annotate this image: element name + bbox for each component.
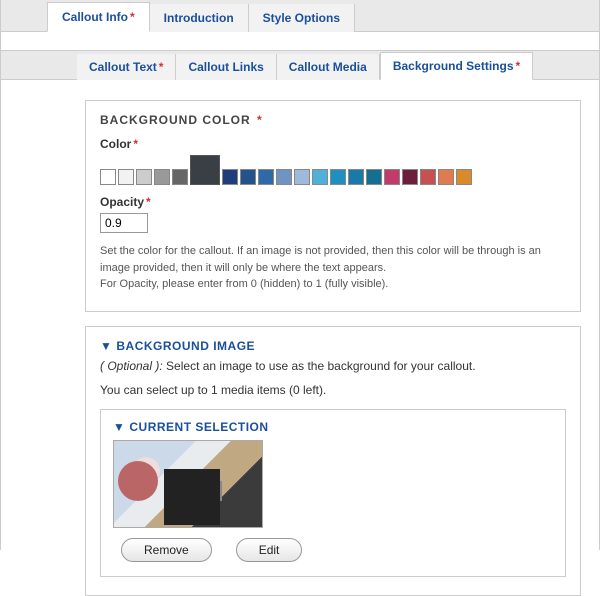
disclosure-triangle-icon: ▼ [100,339,112,353]
color-swatch[interactable] [366,169,382,185]
tab-callout-media[interactable]: Callout Media [277,54,380,80]
section-title-text: BACKGROUND COLOR [100,113,251,127]
help-line-2: For Opacity, please enter from 0 (hidden… [100,278,388,290]
color-swatch[interactable] [100,169,116,185]
media-thumbnail[interactable] [113,440,263,528]
optional-text: Select an image to use as the background… [166,359,476,373]
top-tabstrip: Callout Info* Introduction Style Options [1,0,599,32]
color-swatch[interactable] [276,169,292,185]
sub-tabstrip: Callout Text* Callout Links Callout Medi… [1,50,599,80]
tab-label: Introduction [164,11,234,25]
color-swatch[interactable] [384,169,400,185]
color-swatch[interactable] [312,169,328,185]
tab-background-settings[interactable]: Background Settings* [380,52,533,80]
help-line-1: Set the color for the callout. If an ima… [100,245,541,274]
color-swatch[interactable] [118,169,134,185]
background-image-section: ▼ BACKGROUND IMAGE ( Optional ): Select a… [85,326,581,596]
disclosure-triangle-icon: ▼ [113,420,125,434]
tab-callout-info[interactable]: Callout Info* [47,2,150,32]
required-star: * [516,59,521,73]
current-selection-box: ▼CURRENT SELECTION Remove Edit [100,409,566,577]
color-label: Color* [100,137,566,151]
section-title: BACKGROUND COLOR * [100,113,566,127]
color-label-text: Color [100,137,131,151]
color-swatch[interactable] [330,169,346,185]
tab-label: Callout Media [289,60,367,74]
tab-label: Callout Links [188,60,263,74]
color-swatch[interactable] [240,169,256,185]
opacity-input[interactable] [100,213,148,233]
required-star: * [133,137,138,151]
help-text: Set the color for the callout. If an ima… [100,243,566,293]
color-swatch[interactable] [154,169,170,185]
required-star: * [146,195,151,209]
tab-label: Background Settings [393,59,514,73]
tab-introduction[interactable]: Introduction [150,4,249,32]
current-selection-title: CURRENT SELECTION [129,420,268,434]
required-star: * [159,60,164,74]
tab-style-options[interactable]: Style Options [249,4,355,32]
opacity-label: Opacity* [100,195,566,209]
optional-prefix: ( Optional ): [100,359,163,373]
tab-callout-text[interactable]: Callout Text* [77,54,176,80]
tab-label: Style Options [263,11,340,25]
section-title-text: BACKGROUND IMAGE [116,339,255,353]
color-swatch[interactable] [294,169,310,185]
color-swatch[interactable] [222,169,238,185]
background-color-section: BACKGROUND COLOR * Color* Opacity* Set t… [85,100,581,312]
color-swatch[interactable] [402,169,418,185]
tab-callout-links[interactable]: Callout Links [176,54,276,80]
media-limit-text: You can select up to 1 media items (0 le… [100,383,566,397]
tab-label: Callout Text [89,60,157,74]
color-swatch[interactable] [348,169,364,185]
required-star: * [257,113,263,127]
color-swatch[interactable] [420,169,436,185]
color-swatch[interactable] [438,169,454,185]
tab-label: Callout Info [62,10,128,24]
color-swatch[interactable] [258,169,274,185]
color-swatch[interactable] [190,155,220,185]
required-star: * [130,10,135,24]
color-swatch[interactable] [456,169,472,185]
current-selection-toggle[interactable]: ▼ CURRENT SELECTION [113,420,553,434]
opacity-label-text: Opacity [100,195,144,209]
bg-image-optional-text: ( Optional ): Select an image to use as … [100,359,566,373]
color-swatch[interactable] [136,169,152,185]
color-swatch[interactable] [172,169,188,185]
color-swatch-row [100,155,566,185]
bg-image-toggle[interactable]: ▼ BACKGROUND IMAGE [100,339,566,353]
